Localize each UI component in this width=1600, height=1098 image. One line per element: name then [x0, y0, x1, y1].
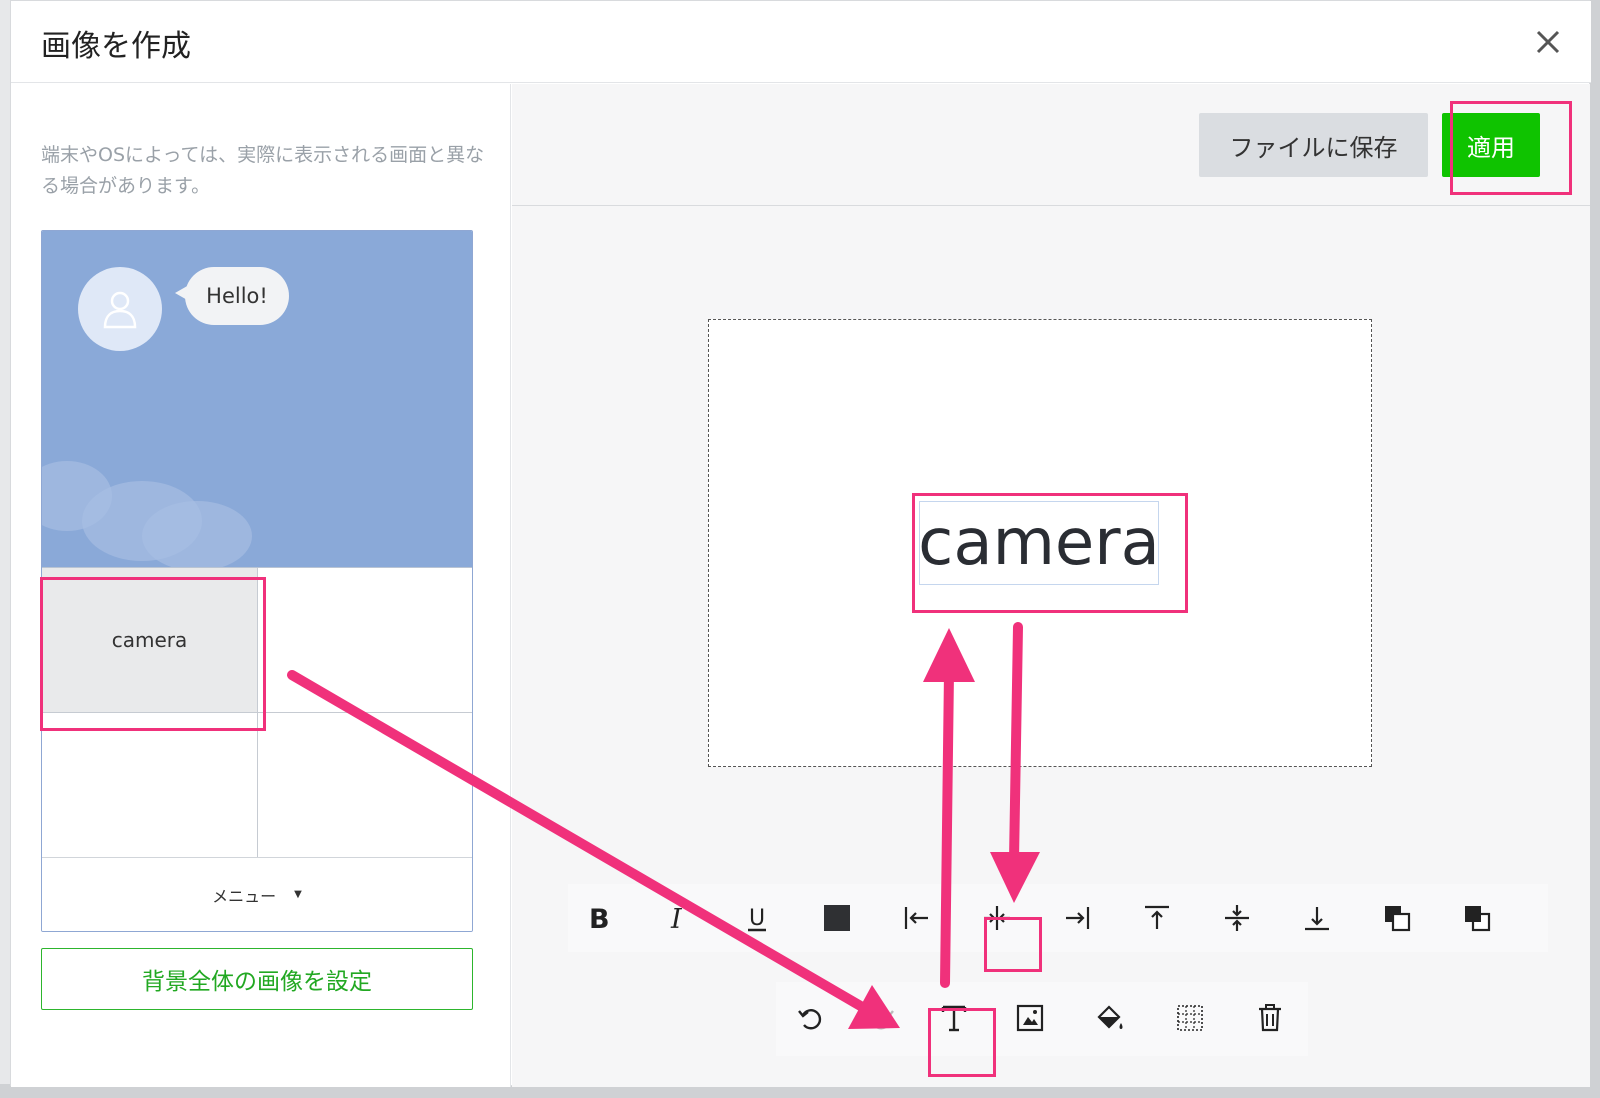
dialog-title: 画像を作成	[41, 29, 191, 64]
bold-button[interactable]: B	[575, 896, 619, 940]
close-icon	[1536, 30, 1560, 54]
align-middle-button[interactable]	[1215, 896, 1259, 940]
canvas-text-object[interactable]: camera	[918, 501, 1160, 585]
align-bottom-button[interactable]	[1295, 896, 1339, 940]
text-color-icon	[824, 905, 850, 931]
action-toolbar	[776, 982, 1308, 1056]
svg-text:I: I	[670, 904, 683, 933]
avatar	[78, 267, 162, 351]
add-image-button[interactable]	[1008, 996, 1052, 1040]
align-middle-icon	[1225, 905, 1249, 931]
close-button[interactable]	[1531, 25, 1565, 59]
align-left-button[interactable]	[895, 896, 939, 940]
bold-icon: B	[589, 904, 610, 933]
align-top-button[interactable]	[1135, 896, 1179, 940]
dialog-header: 画像を作成	[11, 1, 1591, 83]
cloud-decoration	[142, 501, 252, 571]
align-center-button[interactable]	[975, 896, 1019, 940]
grid-icon	[1177, 1005, 1203, 1031]
align-top-icon	[1145, 905, 1169, 929]
underline-button[interactable]: U	[735, 896, 779, 940]
preview-notice: 端末やOSによっては、実際に表示される画面と異なる場合があります。	[41, 144, 485, 197]
align-bottom-icon	[1305, 907, 1329, 931]
add-image-icon	[1016, 1004, 1044, 1032]
send-back-icon	[1465, 906, 1491, 932]
user-icon	[103, 291, 137, 329]
bring-front-icon	[1385, 906, 1411, 932]
text-color-button[interactable]	[815, 896, 859, 940]
svg-text:U: U	[749, 906, 765, 931]
menu-label: メニュー	[212, 886, 277, 906]
canvas-area: camera	[512, 207, 1590, 877]
add-text-button[interactable]	[932, 996, 976, 1040]
image-canvas[interactable]: camera	[708, 319, 1372, 767]
cell-label: camera	[111, 628, 188, 652]
rich-menu-cell-3[interactable]	[42, 713, 258, 858]
menu-bar[interactable]: メニュー ▼	[42, 857, 472, 931]
save-to-file-button[interactable]: ファイルに保存	[1199, 113, 1428, 177]
italic-icon: I	[670, 904, 683, 933]
underline-icon: U	[748, 906, 766, 932]
chat-bubble: Hello!	[185, 267, 289, 325]
format-toolbar: B I U	[568, 884, 1548, 952]
rich-menu-preview: camera	[42, 567, 472, 858]
fill-color-button[interactable]	[1088, 996, 1132, 1040]
rich-menu-cell-1[interactable]: camera	[42, 568, 258, 713]
caret-down-icon: ▼	[294, 889, 302, 900]
undo-icon	[798, 1009, 822, 1030]
bring-to-front-button[interactable]	[1375, 896, 1419, 940]
align-left-icon	[904, 907, 928, 929]
align-center-icon	[984, 906, 1010, 930]
rich-menu-cell-4[interactable]	[258, 713, 472, 858]
chat-preview: Hello! camera メニュー ▼	[41, 230, 473, 932]
fill-color-icon	[1097, 1005, 1123, 1029]
align-right-icon	[1066, 907, 1090, 929]
delete-button[interactable]	[1248, 996, 1292, 1040]
rich-menu-cell-2[interactable]	[258, 568, 472, 713]
align-right-button[interactable]	[1055, 896, 1099, 940]
editor-header: ファイルに保存 適用	[512, 84, 1590, 206]
apply-button[interactable]: 適用	[1442, 113, 1540, 177]
svg-text:B: B	[589, 904, 610, 933]
add-text-icon	[941, 1005, 967, 1032]
italic-button[interactable]: I	[655, 896, 699, 940]
delete-icon	[1259, 1004, 1281, 1032]
redo-icon	[870, 1009, 894, 1030]
chat-background: Hello!	[42, 231, 472, 571]
undo-button[interactable]	[788, 996, 832, 1040]
grid-button[interactable]	[1168, 996, 1212, 1040]
set-background-button[interactable]: 背景全体の画像を設定	[41, 948, 473, 1010]
send-to-back-button[interactable]	[1455, 896, 1499, 940]
preview-panel: 端末やOSによっては、実際に表示される画面と異なる場合があります。 Hello!…	[11, 84, 511, 1087]
redo-button[interactable]	[860, 996, 904, 1040]
